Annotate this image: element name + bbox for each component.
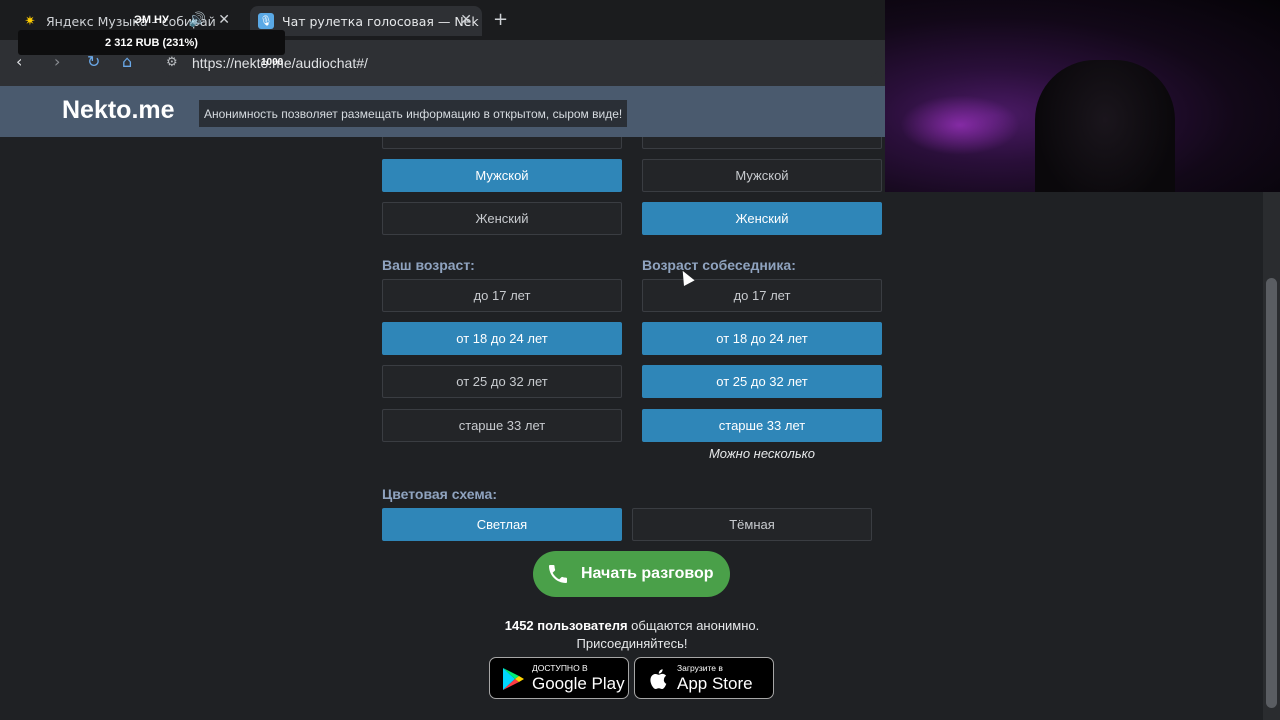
google-play-small-text: ДОСТУПНО В [532,663,588,673]
tab-title: Чат рулетка голосовая — Nek [282,13,479,29]
scrollbar-thumb[interactable] [1266,278,1277,708]
partner-gender-male[interactable]: Мужской [642,159,882,192]
app-store-badge[interactable]: Загрузите в App Store [634,657,774,699]
close-icon[interactable]: ✕ [460,12,472,28]
microphone-icon: 🎙 [258,13,274,29]
webcam-overlay [885,0,1280,192]
app-store-small-text: Загрузите в [677,663,723,673]
site-slogan-text: Анонимность позволяет размещать информац… [199,100,628,127]
online-join-text: Присоединяйтесь! [576,636,688,651]
google-play-badge[interactable]: ДОСТУПНО В Google Play [489,657,629,699]
google-play-big-text: Google Play [532,674,625,693]
my-age-over-33[interactable]: старше 33 лет [382,409,622,442]
apple-icon [650,669,667,689]
partner-age-label: Возраст собеседника: [642,257,796,273]
my-age-under-17[interactable]: до 17 лет [382,279,622,312]
site-info-icon[interactable]: ⚙ [166,55,178,70]
theme-label: Цветовая схема: [382,486,498,502]
my-age-label: Ваш возраст: [382,257,475,273]
online-text: общаются анонимно. [627,618,760,633]
partner-age-25-32[interactable]: от 25 до 32 лет [642,365,882,398]
theme-dark[interactable]: Тёмная [632,508,872,541]
close-icon[interactable]: ✕ [218,12,230,28]
donation-ticker: 2 312 RUB (231%) [18,30,285,55]
site-logo-text[interactable]: Nekto.me [62,96,175,125]
ticker-top-label: ЭМ НУ [134,14,169,26]
ticker-text: 2 312 RUB (231%) [105,36,198,49]
new-tab-button[interactable]: + [493,9,508,30]
phone-icon [549,565,567,583]
close-tab-icon[interactable]: 🔊 [189,12,206,28]
theme-light[interactable]: Светлая [382,508,622,541]
partner-age-over-33[interactable]: старше 33 лет [642,409,882,442]
google-play-icon [503,668,524,690]
my-gender-male[interactable]: Мужской [382,159,622,192]
yandex-music-icon: ✷ [24,13,36,29]
partner-age-under-17[interactable]: до 17 лет [642,279,882,312]
multiple-choice-hint: Можно несколько [708,446,816,461]
online-users-text: 1452 пользователя общаются анонимно. При… [432,617,832,653]
partner-age-18-24[interactable]: от 18 до 24 лет [642,322,882,355]
app-store-big-text: App Store [677,674,753,693]
my-age-18-24[interactable]: от 18 до 24 лет [382,322,622,355]
url-overlay-text: 1000 [261,57,284,68]
my-gender-female[interactable]: Женский [382,202,622,235]
my-age-25-32[interactable]: от 25 до 32 лет [382,365,622,398]
partner-gender-female[interactable]: Женский [642,202,882,235]
start-conversation-label: Начать разговор [581,565,714,582]
online-count: 1452 пользователя [504,618,628,633]
